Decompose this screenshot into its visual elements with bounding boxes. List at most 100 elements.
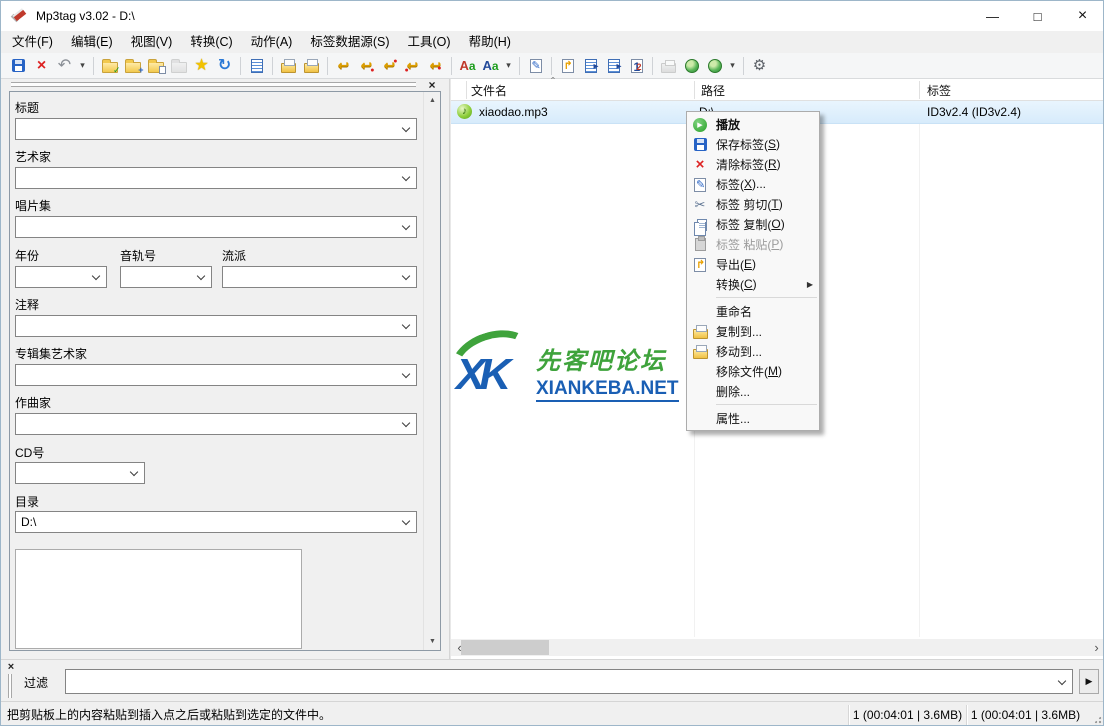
column-divider[interactable] [694,81,695,99]
filter-input[interactable] [65,669,1073,694]
menu-tools[interactable]: 工具(O) [399,31,460,53]
playlist-file-button[interactable]: ▸ [579,55,602,77]
menu-item-paste-tag[interactable]: 标签 粘贴(P) [687,234,819,254]
year-label: 年份 [15,247,39,264]
convert-filename-tag-button[interactable]: ↩● [355,55,378,77]
horizontal-scrollbar[interactable]: ‹ › [451,639,1104,656]
undo-button[interactable]: ↶ [53,55,76,77]
menu-edit[interactable]: 编辑(E) [62,31,122,53]
edit-tag-button[interactable]: ✎ [524,55,547,77]
panel-drag-handle[interactable] [11,82,416,87]
scroll-up-arrow[interactable]: ▲ [424,92,441,109]
menu-separator [716,404,817,405]
filter-close-button[interactable]: × [5,661,17,673]
close-icon: × [428,78,435,92]
menu-convert[interactable]: 转换(C) [181,31,241,53]
change-directory-button[interactable]: ✓ [98,55,121,77]
menu-item-move-to[interactable]: 移动到... [687,341,819,361]
genre-combobox[interactable] [222,266,417,288]
minimize-button[interactable]: — [970,1,1015,31]
menu-view[interactable]: 视图(V) [122,31,182,53]
save-tag-button[interactable] [7,55,30,77]
column-tag[interactable]: 标签 [927,82,951,99]
album-art-box[interactable] [15,549,302,649]
export-button[interactable]: ↱ [556,55,579,77]
filter-bar: × 过滤 ▶ [1,659,1104,701]
composer-combobox[interactable] [15,413,417,435]
menu-help[interactable]: 帮助(H) [460,31,520,53]
web-source-dropdown[interactable]: ▾ [726,55,739,77]
undo-menu-button[interactable]: ▾ [76,55,89,77]
move-files-button[interactable] [300,55,323,77]
disc-combobox[interactable] [15,462,145,484]
comment-combobox[interactable] [15,315,417,337]
menu-item-copy-to[interactable]: 复制到... [687,321,819,341]
menu-item-convert[interactable]: 转换(C) ▶ [687,274,819,294]
column-filename[interactable]: 文件名 [471,82,507,99]
load-playlist-button[interactable] [144,55,167,77]
menu-item-remove-tag[interactable]: × 清除标签(R) [687,154,819,174]
convert-filename-filename-button[interactable]: ↩● [378,55,401,77]
add-directory-button[interactable]: + [121,55,144,77]
menu-item-delete[interactable]: 删除... [687,381,819,401]
case-conversion-menu-button[interactable]: Aa [479,55,502,77]
tag-panel-button[interactable] [245,55,268,77]
autonumbering-wizard-icon: 12 [631,59,643,73]
save-icon [692,137,708,152]
menu-item-rename[interactable]: 重命名 [687,301,819,321]
filter-apply-button[interactable]: ▶ [1079,669,1099,694]
directory-combobox[interactable]: D:\ [15,511,417,533]
options-button[interactable]: ⚙ [748,55,771,77]
convert-tag-filename-button[interactable]: ↩ [332,55,355,77]
web-source-menu-button[interactable] [703,55,726,77]
grid-line [919,101,920,637]
filter-drag-handle[interactable] [8,674,12,698]
genre-label: 流派 [222,247,246,264]
artist-combobox[interactable] [15,167,417,189]
favorites-button[interactable]: ★ [190,55,213,77]
menu-tag-sources[interactable]: 标签数据源(S) [301,31,398,53]
menu-item-copy-tag[interactable]: 标签 复制(O) [687,214,819,234]
menu-item-remove-file[interactable]: 移除文件(M) [687,361,819,381]
change-directory-icon: ✓ [102,62,118,73]
menu-item-export[interactable]: ↱ 导出(E) [687,254,819,274]
track-combobox[interactable] [120,266,212,288]
menu-item-edit-tag[interactable]: ✎ 标签(X)... [687,174,819,194]
autonumbering-wizard-button[interactable]: 12 [625,55,648,77]
remove-tag-button[interactable]: × [30,55,53,77]
menu-item-cut-tag[interactable]: ✂ 标签 剪切(T) [687,194,819,214]
copy-files-button[interactable] [277,55,300,77]
case-conversion-button[interactable]: Aa [456,55,479,77]
chevron-down-icon: ▾ [506,61,511,70]
menu-file[interactable]: 文件(F) [3,31,62,53]
case-menu-dropdown[interactable]: ▾ [502,55,515,77]
album-artist-combobox[interactable] [15,364,417,386]
column-path[interactable]: 路径 [701,82,725,99]
column-divider[interactable] [919,81,920,99]
scroll-down-arrow[interactable]: ▼ [424,633,441,650]
title-combobox[interactable] [15,118,417,140]
menu-item-play[interactable]: ▶ 播放 [687,114,819,134]
menu-item-save-tag[interactable]: 保存标签(S) [687,134,819,154]
menu-item-properties[interactable]: 属性... [687,408,819,428]
album-combobox[interactable] [15,216,417,238]
panel-close-button[interactable]: × [425,78,439,92]
refresh-button[interactable]: ↻ [213,55,236,77]
convert-textfile-tag-button[interactable]: ↩● [401,55,424,77]
resize-grip[interactable] [1090,712,1104,726]
scrollbar-thumb[interactable] [461,640,549,655]
maximize-button[interactable]: □ [1015,1,1060,31]
column-divider[interactable] [466,81,467,99]
paste-folder-button[interactable] [167,55,190,77]
web-source-button[interactable] [680,55,703,77]
close-button[interactable]: × [1060,1,1104,31]
scroll-right-arrow[interactable]: › [1088,639,1104,656]
menu-actions[interactable]: 动作(A) [242,31,302,53]
playlist-all-button[interactable]: ▸ [602,55,625,77]
convert-tag-tag-button[interactable]: ↩● [424,55,447,77]
print-button[interactable] [657,55,680,77]
remove-tag-icon: × [37,58,46,74]
panel-scrollbar[interactable]: ▲ ▼ [423,92,440,650]
year-combobox[interactable] [15,266,107,288]
watermark-cn-text: 先客吧论坛 [536,341,679,376]
